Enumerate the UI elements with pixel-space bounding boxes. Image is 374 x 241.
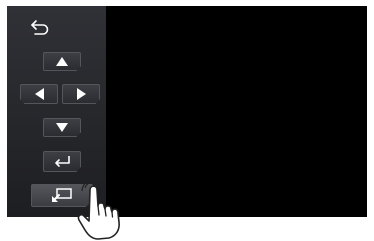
input-switch-icon <box>52 188 72 202</box>
pointing-hand-icon <box>77 182 120 240</box>
left-button[interactable] <box>20 84 58 104</box>
triangle-right-icon <box>76 88 86 100</box>
back-button[interactable] <box>27 17 53 37</box>
triangle-down-icon <box>56 123 68 132</box>
triangle-up-icon <box>56 57 68 66</box>
down-button[interactable] <box>43 118 81 137</box>
display-screen <box>7 6 367 217</box>
back-arrow-icon <box>31 20 49 35</box>
right-button[interactable] <box>62 84 100 104</box>
enter-return-icon <box>55 155 70 167</box>
up-button[interactable] <box>43 52 81 71</box>
enter-button[interactable] <box>43 151 81 172</box>
triangle-left-icon <box>34 88 44 100</box>
